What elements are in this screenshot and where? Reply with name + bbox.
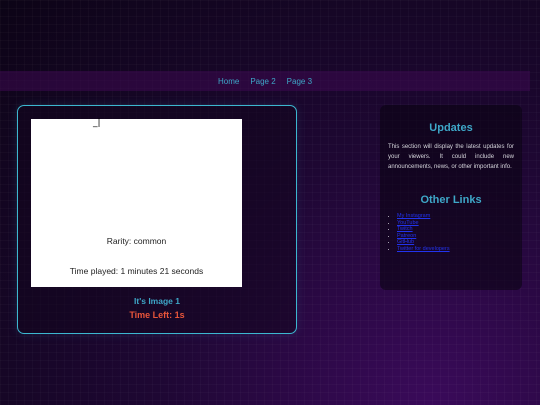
image-top-mark: _| (93, 118, 101, 128)
nav-page-3-link[interactable]: Page 3 (287, 77, 312, 86)
list-item: Twitch (397, 226, 450, 233)
time-played-text: Time played: 1 minutes 21 seconds (69, 266, 204, 276)
image-title: It's Image 1 (134, 296, 180, 306)
list-item: Twitter for developers (397, 246, 450, 253)
link-twitter-developers[interactable]: Twitter for developers (397, 246, 450, 252)
updates-heading: Updates (429, 122, 473, 134)
nav-page-2-link[interactable]: Page 2 (250, 77, 275, 86)
navbar: Home Page 2 Page 3 (0, 71, 530, 91)
rarity-text: Rarity: common (106, 236, 167, 246)
updates-text: This section will display the latest upd… (388, 144, 514, 170)
list-item: GitHub (397, 239, 450, 246)
link-instagram[interactable]: My Instagram (397, 213, 430, 219)
time-left: Time Left: 1s (129, 310, 185, 320)
link-github[interactable]: GitHub (397, 239, 414, 245)
link-patreon[interactable]: Patreon (397, 233, 416, 239)
link-twitch[interactable]: Twitch (397, 226, 413, 232)
list-item: My Instagram (397, 213, 450, 220)
other-links-heading: Other Links (420, 194, 482, 206)
image-card: _| Rarity: common Time played: 1 minutes… (17, 105, 297, 334)
list-item: Patreon (397, 233, 450, 240)
card-image[interactable]: _| Rarity: common Time played: 1 minutes… (31, 119, 242, 287)
link-youtube[interactable]: YouTube (397, 220, 419, 226)
list-item: YouTube (397, 220, 450, 227)
other-links-list: My Instagram YouTube Twitch Patreon GitH… (388, 213, 450, 253)
nav-home-link[interactable]: Home (218, 77, 239, 86)
sidebar: Updates This section will display the la… (380, 105, 522, 290)
